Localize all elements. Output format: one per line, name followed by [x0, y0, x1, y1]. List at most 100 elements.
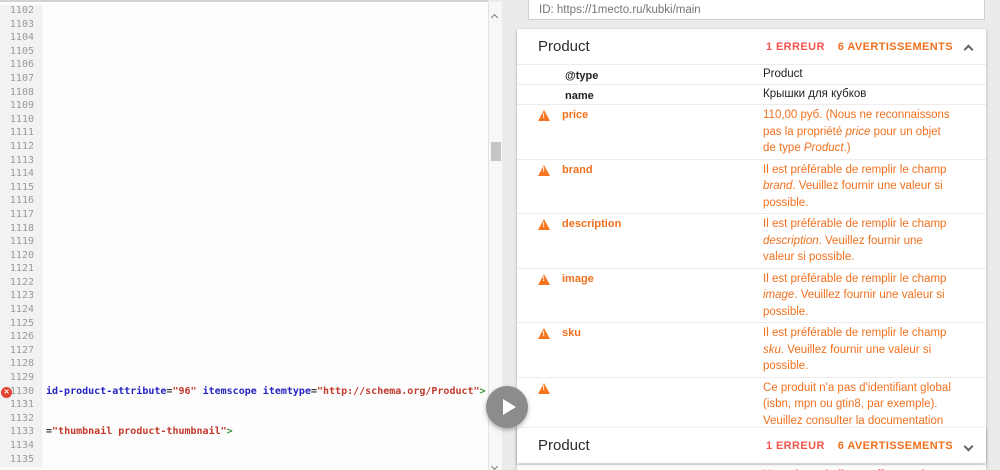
code-line: 1107 [0, 72, 488, 87]
code-line: 1116 [0, 195, 488, 209]
line-number: 1117 [0, 208, 42, 223]
field-name-label: brand [562, 163, 593, 176]
card-title: Product [538, 38, 590, 55]
code-line: 1120 [0, 249, 488, 264]
code-line: 1123 [0, 290, 488, 305]
message-segment: Product [803, 142, 844, 154]
field-name-label: price [562, 109, 589, 121]
report-row: ✕Vous devez indiquer offers, review ou a… [517, 464, 986, 470]
line-number: 1114 [0, 168, 42, 182]
line-number: 1133 [0, 426, 42, 440]
code-lines-container: 1102 1103 1104 1105 1106 1107 1108 1109 1110 1111… [0, 2, 488, 468]
warning-triangle-icon [538, 110, 550, 121]
report-card-header[interactable]: Product 1 ERREUR 6 AVERTISSEMENTS [517, 428, 986, 463]
code-line: 1133 ="thumbnail product-thumbnail"> [0, 426, 488, 440]
page-id-label: ID: https://1mecto.ru/kubki/main [539, 4, 701, 16]
line-number: 1122 [0, 276, 42, 291]
line-number: 1111 [0, 127, 42, 141]
code-line: 1108 [0, 86, 488, 101]
code-line: 1119 [0, 236, 488, 250]
line-number: 1103 [0, 18, 42, 33]
code-line: 1111 [0, 127, 488, 141]
report-row: name Крышки для кубков [517, 84, 986, 104]
code-line: 1131 [0, 399, 488, 413]
row-field-cell: name [517, 85, 763, 104]
chevron-up-icon[interactable] [963, 44, 974, 54]
code-line: 1126 [0, 331, 488, 345]
code-line: 1118 [0, 222, 488, 237]
line-number: 1121 [0, 263, 42, 277]
warning-triangle-icon [538, 328, 550, 339]
line-number: 1131 [0, 399, 42, 413]
warning-count-badge: 6 AVERTISSEMENTS [837, 439, 953, 452]
line-number: 1128 [0, 358, 42, 373]
field-name-label: name [565, 90, 594, 102]
line-number: 1119 [0, 236, 42, 250]
code-line: 1117 [0, 208, 488, 223]
editor-scrollbar-thumb[interactable] [491, 142, 501, 161]
message-segment: Il est préférable de remplir le champ [763, 327, 947, 339]
report-card-header[interactable]: Product 1 ERREUR 6 AVERTISSEMENTS [517, 29, 986, 64]
row-field-cell: sku [517, 323, 763, 377]
error-count-badge: 1 ERREUR [765, 40, 825, 53]
message-segment: price [845, 125, 871, 138]
row-value-cell: Vous devez indiquer offers, review ou ag… [763, 465, 986, 470]
line-number: 1108 [0, 86, 42, 101]
scroll-down-icon[interactable] [490, 456, 500, 470]
report-row: skuIl est préférable de remplir le champ… [517, 322, 986, 377]
warning-message: Il est préférable de remplir le champ de… [763, 218, 946, 263]
line-number: 1102 [0, 5, 42, 19]
line-number: 1106 [0, 59, 42, 73]
report-row: descriptionIl est préférable de remplir … [517, 213, 986, 268]
run-test-play-button[interactable] [486, 386, 528, 428]
line-number: 1132 [0, 412, 42, 427]
report-row: image Il est préférable de remplir le cha… [517, 267, 986, 323]
warning-message: Il est préférable de remplir le champ sk… [763, 327, 946, 372]
code-line: 1102 [0, 5, 488, 19]
line-number: 1112 [0, 140, 42, 155]
warning-triangle-icon [538, 164, 550, 176]
code-token: itemtype [262, 385, 311, 397]
row-value-cell: Product [763, 65, 986, 84]
code-token: > [479, 385, 486, 397]
code-line: 1134 [0, 440, 488, 454]
code-token: > [226, 426, 233, 438]
warning-message: 110,00 руб. (Nous ne reconnaissons pas l… [763, 109, 950, 154]
line-number: 1105 [0, 45, 42, 60]
report-row: brandIl est préférable de remplir le cha… [517, 158, 986, 214]
code-line: 1122 [0, 276, 488, 291]
code-line: 1124 [0, 304, 488, 318]
message-segment: Il est préférable de remplir le champ [763, 272, 947, 285]
warning-count-badge: 6 AVERTISSEMENTS [837, 40, 953, 53]
field-name-label: image [562, 272, 594, 285]
code-editor-pane[interactable]: 1102 1103 1104 1105 1106 1107 1108 1109 1110 1111… [0, 0, 488, 470]
report-card: Product 1 ERREUR 6 AVERTISSEMENTS [517, 428, 986, 463]
report-row: @type Product [517, 64, 986, 84]
line-number: 1116 [0, 195, 42, 209]
warning-triangle-icon [538, 219, 550, 230]
scroll-up-icon[interactable] [490, 7, 500, 22]
field-value: Product [763, 68, 803, 80]
chevron-down-icon[interactable] [963, 441, 974, 452]
card-title: Product [538, 437, 590, 454]
row-value-cell: Il est préférable de remplir le champ im… [763, 269, 986, 323]
row-field-cell: ✕ [517, 465, 763, 470]
line-number: 1107 [0, 72, 42, 87]
code-line: 1125 [0, 317, 488, 332]
